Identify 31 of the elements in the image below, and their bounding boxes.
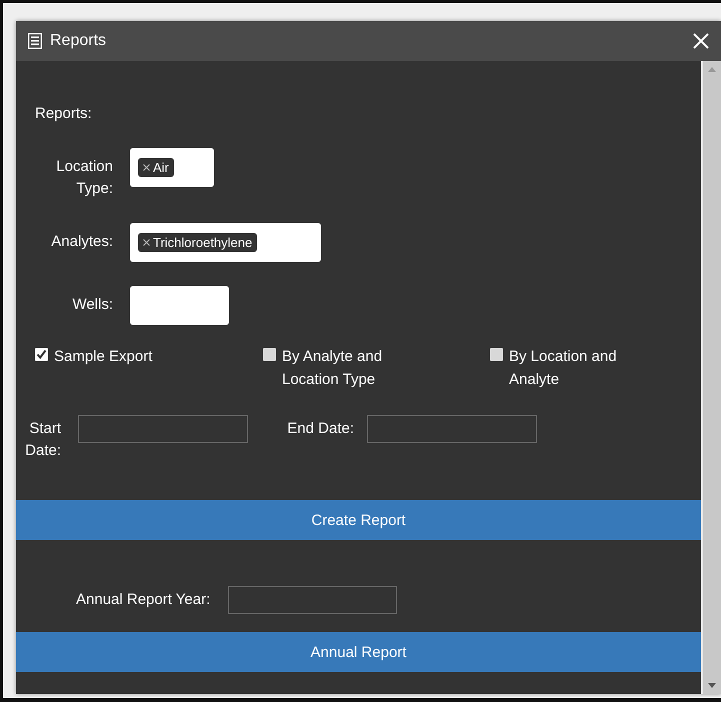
year-field[interactable] bbox=[228, 586, 398, 614]
annual-report-button[interactable]: Annual Report bbox=[16, 632, 701, 672]
date-label: Start Date: bbox=[24, 419, 61, 461]
tag-chip[interactable]: Trichloroethylene bbox=[138, 233, 258, 252]
list-icon bbox=[28, 33, 42, 49]
checkbox-option[interactable]: Sample Export bbox=[35, 345, 263, 391]
select-field[interactable]: Trichloroethylene bbox=[130, 223, 321, 262]
scroll-down-icon[interactable] bbox=[708, 683, 716, 688]
select-field[interactable] bbox=[130, 286, 229, 325]
select-field[interactable]: Air bbox=[130, 148, 214, 187]
scroll-up-icon[interactable] bbox=[708, 67, 716, 72]
field-label: Analytes: bbox=[51, 232, 113, 252]
checkbox[interactable] bbox=[490, 348, 503, 361]
date-label: End Date: bbox=[286, 419, 354, 439]
window-title: Reports bbox=[50, 32, 108, 50]
remove-icon[interactable] bbox=[143, 239, 150, 246]
checkbox[interactable] bbox=[35, 348, 48, 361]
section-label: Reports: bbox=[35, 105, 93, 122]
close-button[interactable] bbox=[691, 31, 711, 51]
checkbox-option[interactable]: By Analyte and Location Type bbox=[263, 345, 490, 391]
date-field[interactable] bbox=[367, 415, 537, 443]
create-report-button[interactable]: Create Report bbox=[16, 500, 701, 540]
checkbox[interactable] bbox=[263, 348, 276, 361]
date-field[interactable] bbox=[78, 415, 248, 443]
field-label: Location Type: bbox=[55, 157, 113, 199]
checkbox-option[interactable]: By Location and Analyte bbox=[490, 345, 690, 391]
tag-chip[interactable]: Air bbox=[138, 158, 174, 177]
field-label: Wells: bbox=[72, 295, 113, 315]
remove-icon[interactable] bbox=[143, 164, 150, 171]
field-label: Annual Report Year: bbox=[76, 590, 210, 610]
scrollbar[interactable] bbox=[701, 61, 721, 694]
